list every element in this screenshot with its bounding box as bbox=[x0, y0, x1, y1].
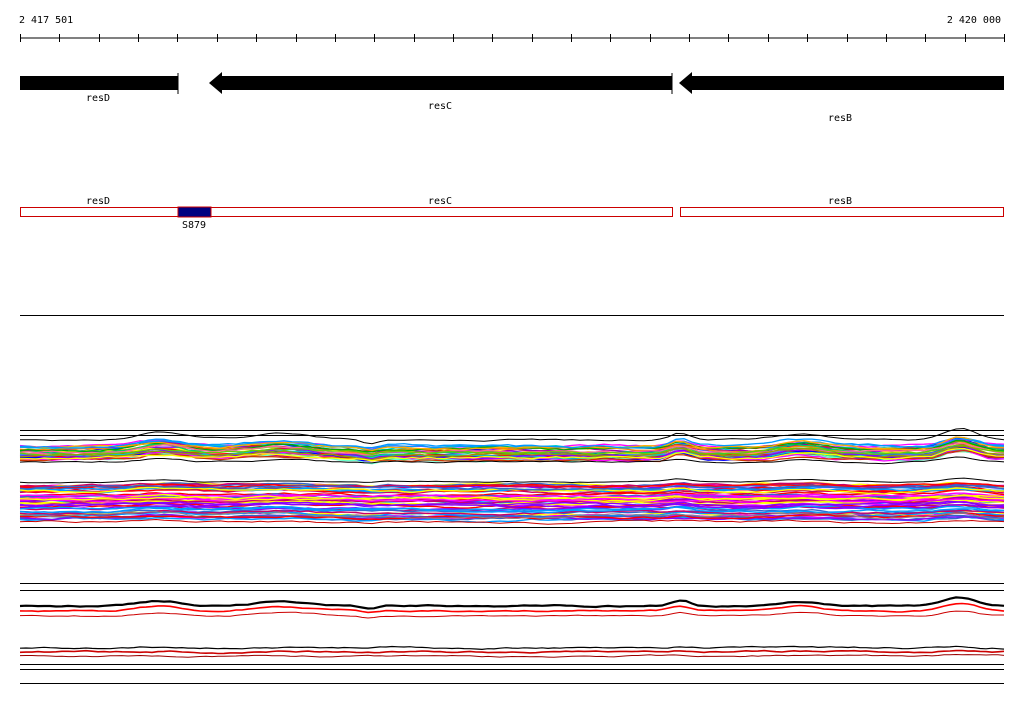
gene-arrow-resB[interactable] bbox=[679, 72, 1004, 94]
summary-trace-red bbox=[19, 610, 1004, 619]
summary-trace-red bbox=[19, 653, 1005, 658]
summary-track-upper bbox=[19, 596, 1005, 619]
gene-box-label-resB: resB bbox=[828, 196, 852, 207]
gene-box-label-resC: resC bbox=[428, 196, 452, 207]
gene-arrow-label-resC: resC bbox=[428, 101, 452, 112]
summary-track-lower bbox=[19, 645, 1005, 658]
feature-box-S879[interactable] bbox=[177, 206, 212, 218]
ruler-start-label: 2 417 501 bbox=[19, 15, 73, 26]
expression-trace bbox=[19, 477, 1005, 484]
gene-box-resB[interactable] bbox=[680, 207, 1004, 217]
genome-track-canvas: 2 417 501 2 420 000 resD resC resB resD … bbox=[19, 15, 1005, 684]
gene-arrow-label-resB: resB bbox=[828, 113, 852, 124]
ruler-end-label: 2 420 000 bbox=[947, 15, 1001, 26]
gene-arrow-resC[interactable] bbox=[209, 72, 673, 94]
expression-track-lower bbox=[19, 477, 1005, 525]
summary-trace-red bbox=[19, 649, 1005, 655]
expression-track-upper bbox=[19, 427, 1005, 465]
gene-box-label-resD: resD bbox=[86, 196, 110, 207]
track-boundaries bbox=[20, 430, 1004, 684]
feature-label-S879: S879 bbox=[182, 220, 206, 231]
gene-arrow-resD[interactable] bbox=[20, 73, 179, 94]
summary-trace-black bbox=[19, 645, 1005, 651]
gene-arrow-label-resD: resD bbox=[86, 93, 110, 104]
gene-box-resD-resC[interactable] bbox=[20, 207, 673, 217]
genome-browser-view: 2 417 501 2 420 000 resD resC resB resD … bbox=[0, 0, 1024, 714]
